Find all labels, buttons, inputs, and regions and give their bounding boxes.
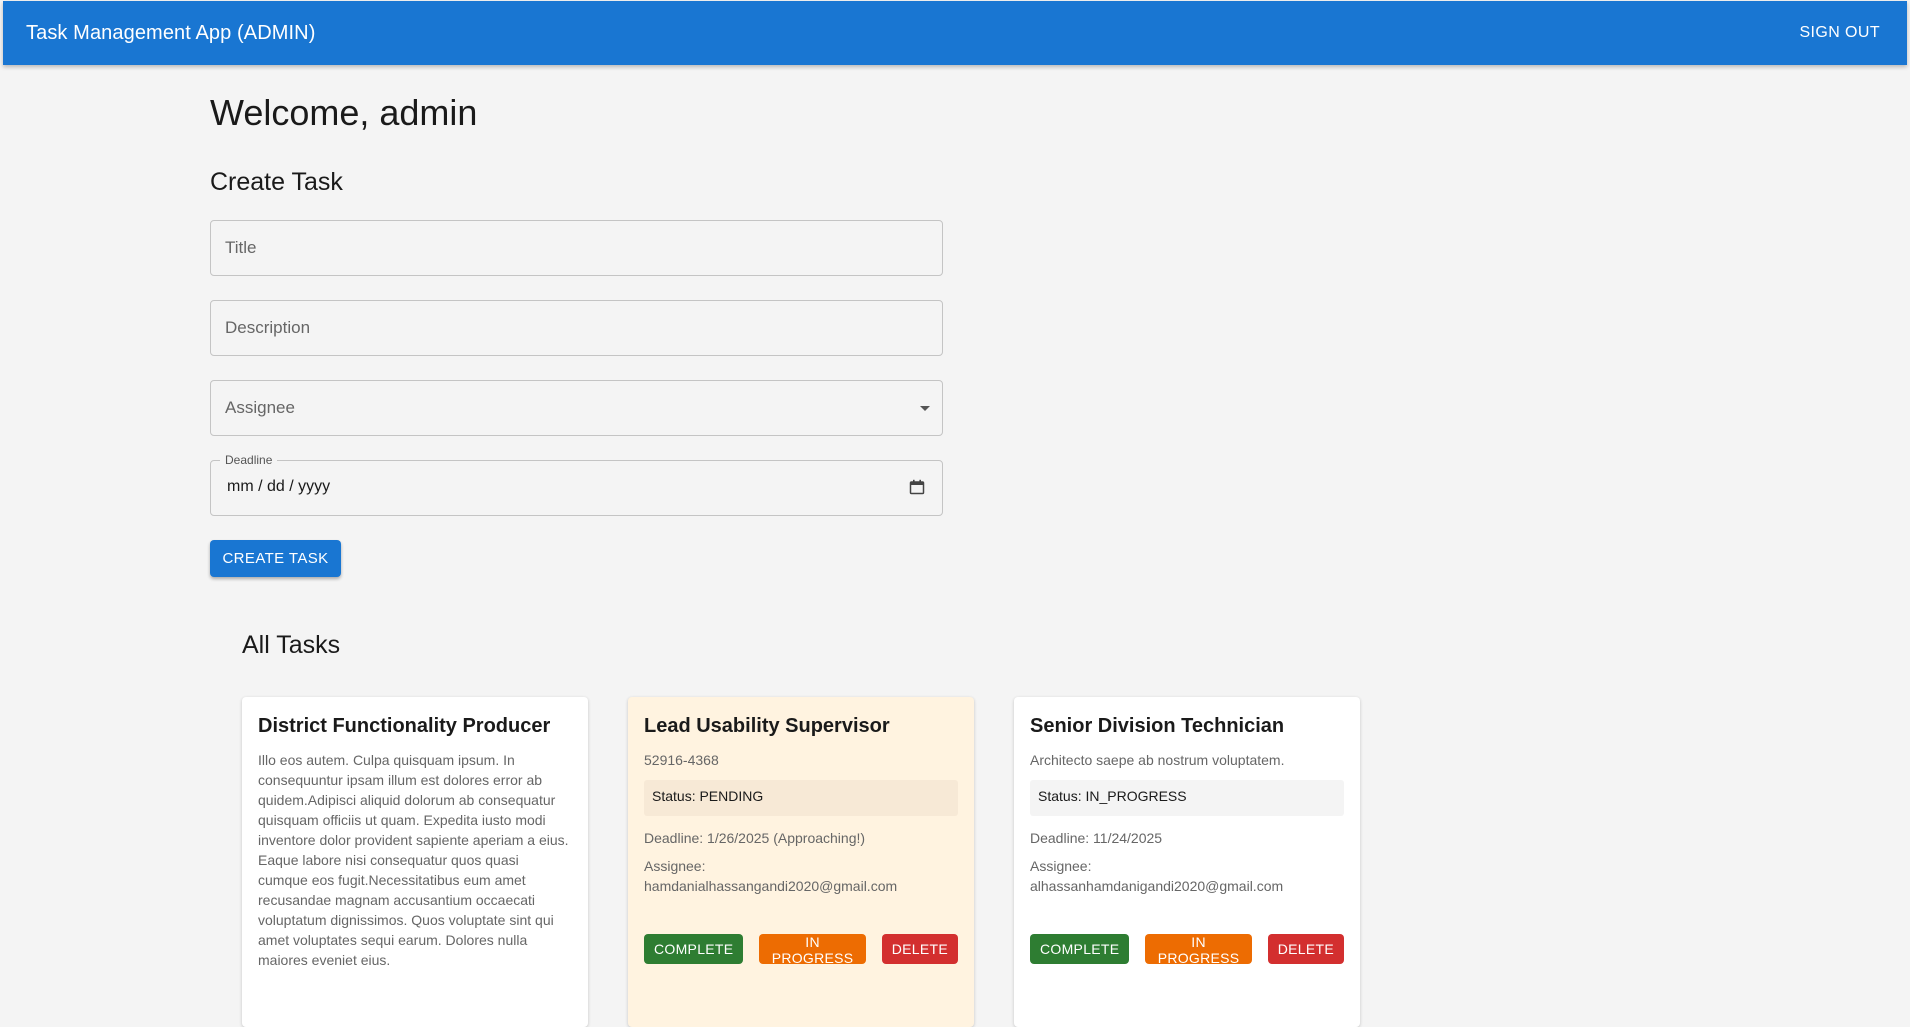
task-card: Senior Division Technician Architecto sa… [1014, 697, 1360, 1027]
delete-button[interactable]: DELETE [1267, 934, 1344, 964]
deadline-label: Deadline [220, 453, 278, 467]
in-progress-button[interactable]: IN PROGRESS [759, 934, 866, 966]
task-actions: COMPLETE IN PROGRESS DELETE [644, 934, 974, 966]
task-title: Lead Usability Supervisor [644, 715, 890, 737]
assignee-placeholder: Assignee [225, 398, 295, 417]
task-description: Illo eos autem. Culpa quisquam ipsum. In… [258, 752, 569, 968]
task-title: Senior Division Technician [1030, 715, 1285, 737]
calendar-icon[interactable] [909, 479, 925, 495]
description-field[interactable]: Description [210, 300, 943, 356]
task-status: Status: PENDING [644, 780, 958, 816]
deadline-date-value: mm / dd / yyyy [227, 478, 331, 495]
app-title: Task Management App (ADMIN) [26, 21, 316, 44]
dropdown-arrow-icon [920, 406, 930, 411]
sign-out-button[interactable]: SIGN OUT [1799, 18, 1880, 48]
task-deadline: Deadline: 11/24/2025 [1030, 830, 1163, 846]
all-tasks-heading: All Tasks [242, 631, 341, 659]
assignee-select[interactable]: Assignee [210, 380, 943, 436]
task-title: District Functionality Producer [258, 715, 551, 737]
create-task-button[interactable]: CREATE TASK [210, 540, 341, 577]
task-deadline: Deadline: 1/26/2025 (Approaching!) [644, 830, 866, 846]
app-bar: Task Management App (ADMIN) SIGN OUT [3, 1, 1907, 65]
delete-button[interactable]: DELETE [881, 934, 958, 964]
complete-button[interactable]: COMPLETE [644, 934, 744, 964]
task-status: Status: IN_PROGRESS [1030, 780, 1344, 816]
welcome-heading: Welcome, admin [210, 92, 478, 133]
title-field[interactable]: Title [210, 220, 943, 276]
description-placeholder: Description [225, 318, 311, 337]
title-placeholder: Title [225, 238, 257, 257]
task-card: Lead Usability Supervisor 52916-4368 Sta… [628, 697, 974, 1027]
complete-button[interactable]: COMPLETE [1030, 934, 1130, 964]
in-progress-button[interactable]: IN PROGRESS [1145, 934, 1252, 966]
task-description: Architecto saepe ab nostrum voluptatem. [1030, 752, 1285, 768]
task-assignee: Assignee: hamdanialhassangandi2020@gmail… [644, 858, 898, 894]
deadline-date-field[interactable]: Deadline mm / dd / yyyy [210, 453, 943, 516]
task-card: District Functionality Producer Illo eos… [242, 697, 588, 1027]
create-task-heading: Create Task [210, 168, 343, 196]
task-description: 52916-4368 [644, 752, 719, 768]
task-actions: COMPLETE IN PROGRESS DELETE [1030, 934, 1360, 966]
task-assignee: Assignee: alhassanhamdanigandi2020@gmail… [1030, 858, 1284, 894]
